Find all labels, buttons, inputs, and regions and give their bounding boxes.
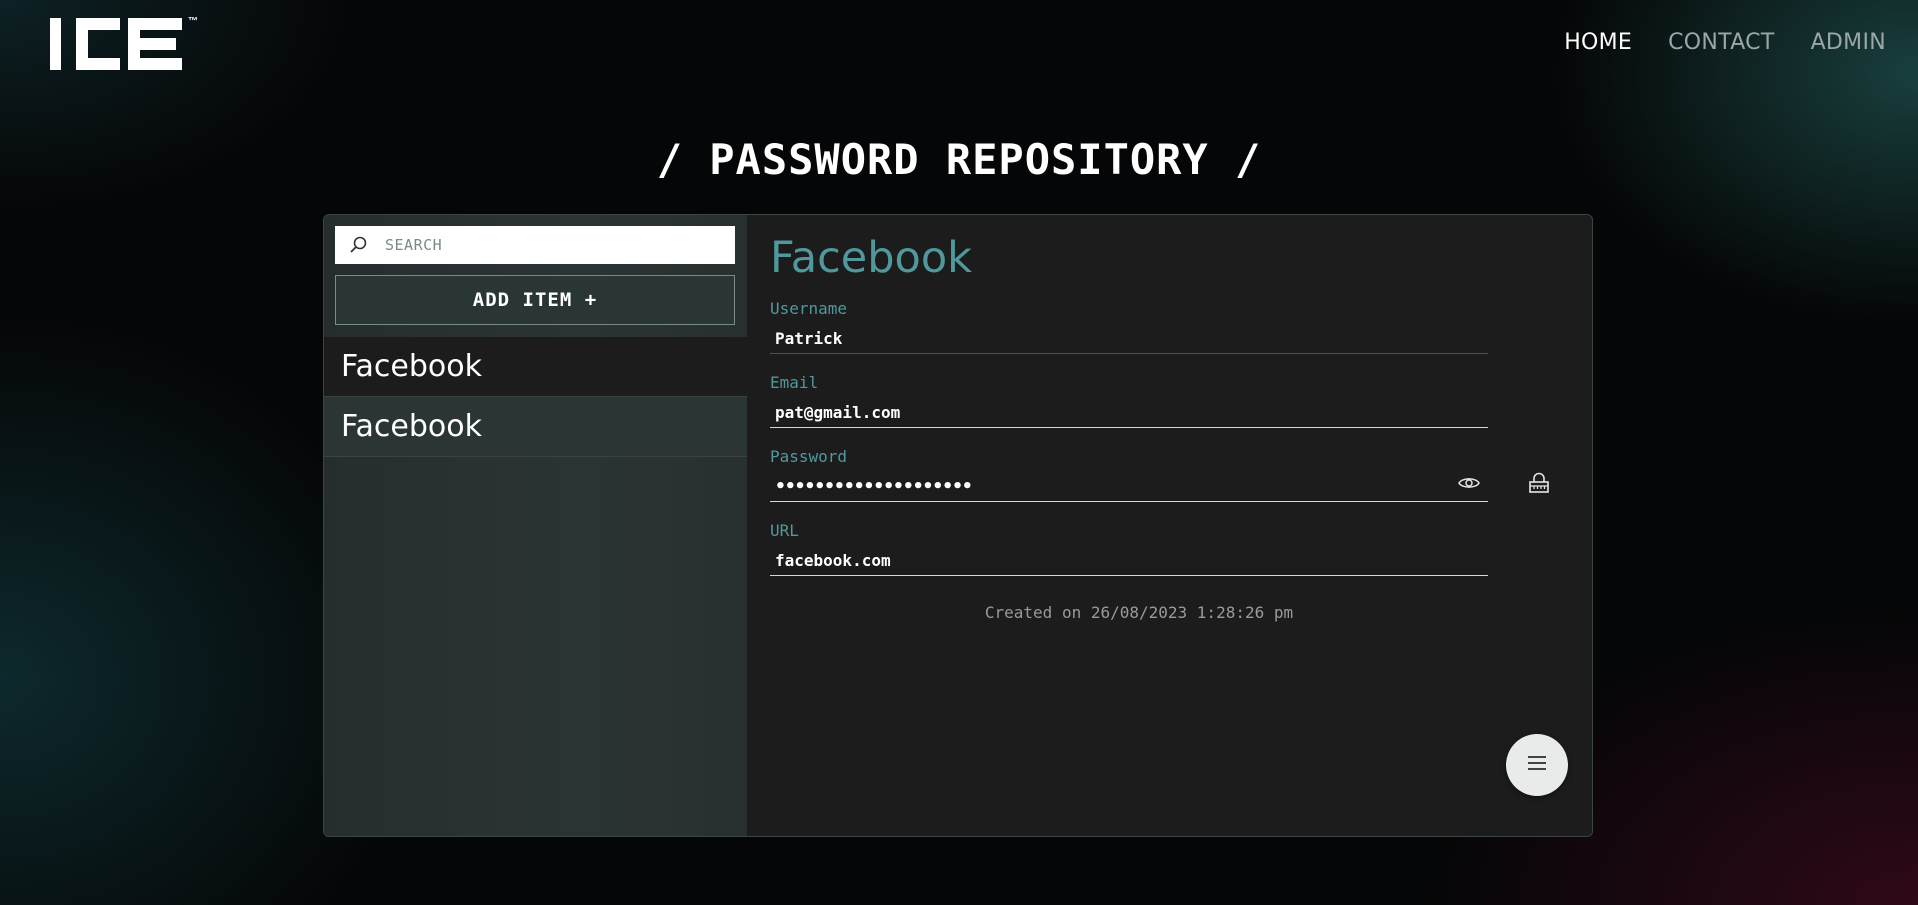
list-item[interactable]: Facebook xyxy=(324,397,747,457)
sidebar: ADD ITEM + Facebook Facebook xyxy=(324,215,747,836)
username-field-group: Username Patrick xyxy=(770,299,1488,354)
add-item-button[interactable]: ADD ITEM + xyxy=(335,275,735,325)
url-label: URL xyxy=(770,521,799,540)
hamburger-menu-icon xyxy=(1526,754,1548,776)
url-field[interactable]: facebook.com xyxy=(770,546,1488,576)
main-nav: HOME CONTACT ADMIN xyxy=(1564,30,1886,55)
trademark-symbol: ™ xyxy=(188,16,198,27)
password-field[interactable]: •••••••••••••••••••• xyxy=(770,472,1488,502)
username-field[interactable]: Patrick xyxy=(770,324,1488,354)
created-timestamp: Created on 26/08/2023 1:28:26 pm xyxy=(984,603,1294,622)
email-field[interactable]: pat@gmail.com xyxy=(770,398,1488,428)
eye-icon[interactable] xyxy=(1458,475,1480,495)
search-icon xyxy=(343,226,373,264)
email-field-group: Email pat@gmail.com xyxy=(770,373,1488,428)
nav-home[interactable]: HOME xyxy=(1564,30,1632,55)
lock-icon[interactable] xyxy=(1527,471,1551,499)
search-box xyxy=(335,226,735,264)
email-label: Email xyxy=(770,373,819,392)
username-label: Username xyxy=(770,299,848,318)
nav-contact[interactable]: CONTACT xyxy=(1668,30,1774,55)
logo-graphic xyxy=(50,18,182,70)
item-list: Facebook Facebook xyxy=(324,337,747,457)
password-label: Password xyxy=(770,447,848,466)
menu-button[interactable] xyxy=(1506,734,1568,796)
list-item[interactable]: Facebook xyxy=(324,337,747,397)
password-field-group: Password •••••••••••••••••••• xyxy=(770,447,1488,502)
password-masked-value: •••••••••••••••••••• xyxy=(775,476,973,497)
url-field-group: URL facebook.com xyxy=(770,521,1488,576)
nav-admin[interactable]: ADMIN xyxy=(1811,30,1886,55)
repository-panel: ADD ITEM + Facebook Facebook Facebook Us… xyxy=(323,214,1593,837)
item-title: Facebook xyxy=(770,233,973,283)
page-title: / PASSWORD REPOSITORY / xyxy=(656,135,1262,184)
ice-logo[interactable] xyxy=(48,16,203,74)
detail-pane: Facebook Username Patrick Email pat@gmai… xyxy=(747,215,1592,836)
search-input[interactable] xyxy=(373,226,735,264)
